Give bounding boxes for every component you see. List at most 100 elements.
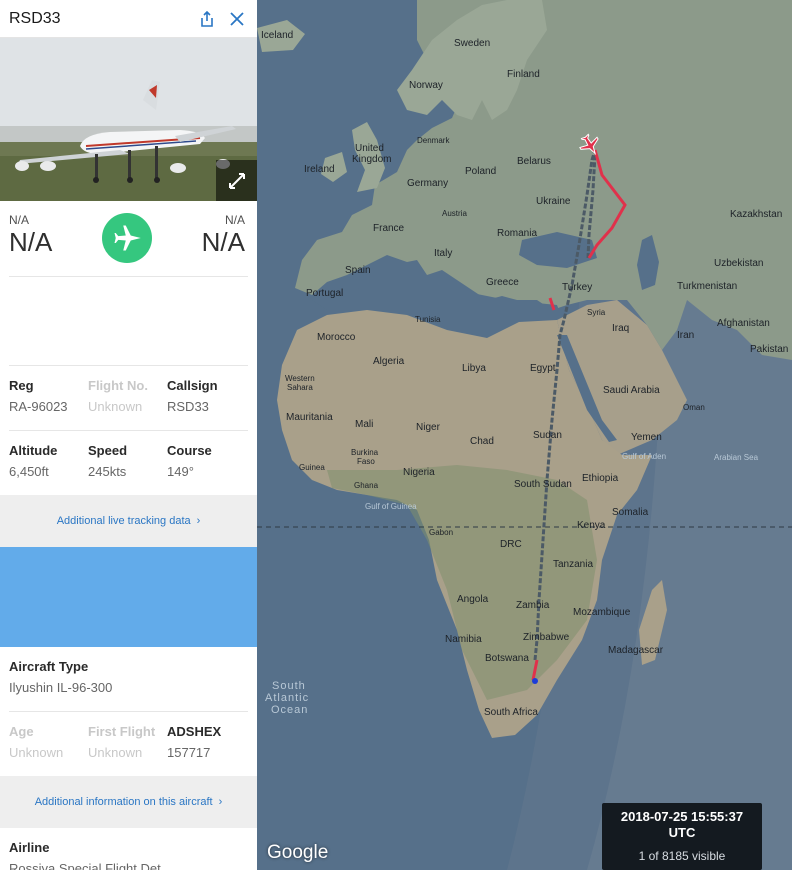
first-flight-cell: First Flight Unknown: [88, 724, 167, 776]
age-cell: Age Unknown: [9, 724, 88, 776]
label-iraq: Iraq: [612, 323, 629, 334]
map-canvas[interactable]: Iceland Sweden Finland Norway Denmark Un…: [257, 0, 792, 870]
label-uzbekistan: Uzbekistan: [714, 258, 763, 269]
destination[interactable]: N/A N/A: [202, 213, 245, 258]
label-iran: Iran: [677, 330, 694, 341]
label-poland: Poland: [465, 166, 496, 177]
label-afghanistan: Afghanistan: [717, 318, 770, 329]
adshex-value: 157717: [167, 745, 211, 760]
live-tracking-link-label: Additional live tracking data: [56, 515, 191, 527]
label-gabon: Gabon: [429, 528, 453, 537]
label-austria: Austria: [442, 209, 467, 218]
label-kazakhstan: Kazakhstan: [730, 209, 782, 220]
label-libya: Libya: [462, 363, 486, 374]
label-ukraine: Ukraine: [536, 196, 571, 207]
map-view[interactable]: Iceland Sweden Finland Norway Denmark Un…: [257, 0, 792, 870]
destination-code: N/A: [201, 227, 245, 257]
label-turkmenistan: Turkmenistan: [677, 281, 737, 292]
share-icon[interactable]: [196, 8, 218, 30]
label-ghana: Ghana: [354, 481, 379, 490]
adshex-cell: ADSHEX 157717: [167, 724, 247, 776]
label-sudan: Sudan: [533, 430, 562, 441]
label-nigeria: Nigeria: [403, 467, 435, 478]
flight-status-indicator: [102, 213, 152, 263]
label-tanzania: Tanzania: [553, 559, 593, 570]
reg-value: RA-96023: [9, 399, 68, 414]
label-denmark: Denmark: [417, 136, 450, 145]
label-somalia: Somalia: [612, 507, 649, 518]
label-tunisia: Tunisia: [415, 315, 441, 324]
airline-value[interactable]: Rossiya Special Flight Det: [9, 861, 248, 870]
first-flight-value: Unknown: [88, 745, 143, 760]
label-angola: Angola: [457, 594, 489, 605]
label-south-africa: South Africa: [484, 707, 538, 718]
label-france: France: [373, 223, 405, 234]
flight-number-label: Flight No.: [88, 378, 148, 393]
label-ethiopia: Ethiopia: [582, 473, 619, 484]
label-algeria: Algeria: [373, 356, 405, 367]
label-iceland: Iceland: [261, 30, 293, 41]
callsign-value: RSD33: [167, 399, 209, 414]
expand-photo-button[interactable]: [216, 160, 257, 201]
speed-value: 245kts: [88, 464, 127, 479]
first-flight-label: First Flight: [88, 724, 156, 739]
flight-number-cell: Flight No. Unknown: [88, 378, 167, 430]
label-south-sudan: South Sudan: [514, 479, 572, 490]
close-icon[interactable]: [226, 8, 248, 30]
label-south-atlantic-ocean: South Atlantic Ocean: [265, 680, 309, 716]
timestamp-line-1: 2018-07-25 15:55:37: [620, 809, 744, 824]
speed-cell: Speed 245kts: [88, 443, 167, 495]
flight-callsign-title: RSD33: [9, 9, 61, 27]
plane-icon: [114, 225, 141, 251]
reg-label: Reg: [9, 378, 34, 393]
track-start-dot: [532, 678, 538, 684]
ad-banner[interactable]: [0, 547, 257, 647]
timestamp-text: 2018-07-25 15:55:37 UTC: [602, 809, 762, 841]
aircraft-info-link-label: Additional information on this aircraft: [34, 796, 213, 808]
label-syria: Syria: [587, 308, 606, 317]
label-italy: Italy: [434, 248, 452, 259]
label-zimbabwe: Zimbabwe: [523, 632, 570, 643]
label-madagascar: Madagascar: [608, 645, 664, 656]
label-greece: Greece: [486, 277, 519, 288]
altitude-label: Altitude: [9, 443, 58, 458]
label-turkey: Turkey: [562, 282, 592, 293]
route-summary: N/A N/A N/A N/A: [0, 201, 257, 276]
label-niger: Niger: [416, 422, 441, 433]
label-mauritania: Mauritania: [286, 412, 333, 423]
course-label: Course: [167, 443, 212, 458]
label-zambia: Zambia: [516, 600, 550, 611]
visible-count: 1 of 8185 visible: [638, 849, 726, 863]
label-sweden: Sweden: [454, 38, 490, 49]
label-western-sahara: Western Sahara: [285, 374, 315, 392]
origin-code: N/A: [9, 227, 53, 257]
label-ireland: Ireland: [304, 164, 335, 175]
progress-area: [0, 277, 257, 365]
additional-aircraft-info-link[interactable]: Additional information on this aircraft …: [0, 776, 257, 828]
label-uk: United Kingdom: [352, 143, 391, 165]
panel-header: RSD33: [0, 0, 257, 38]
info-row-flight-state: Altitude 6,450ft Speed 245kts Course 149…: [0, 431, 257, 495]
altitude-value: 6,450ft: [9, 464, 49, 479]
label-pakistan: Pakistan: [750, 344, 788, 355]
info-row-aircraft: Age Unknown First Flight Unknown ADSHEX …: [0, 712, 257, 776]
aircraft-type-label: Aircraft Type: [9, 659, 89, 674]
label-morocco: Morocco: [317, 332, 356, 343]
flight-info-panel: RSD33 N/A N/A N/A N/A Reg RA-96023 Fligh…: [0, 0, 257, 870]
timestamp-box: 2018-07-25 15:55:37 UTC 1 of 8185 visibl…: [602, 803, 762, 870]
course-value: 149°: [167, 464, 194, 479]
label-gulf-of-aden: Gulf of Aden: [622, 452, 666, 461]
reg-cell[interactable]: Reg RA-96023: [9, 378, 88, 430]
flight-number-value: Unknown: [88, 399, 143, 414]
aircraft-photo[interactable]: [0, 38, 257, 201]
origin[interactable]: N/A N/A: [9, 213, 52, 258]
label-spain: Spain: [345, 265, 371, 276]
label-arabian-sea: Arabian Sea: [714, 453, 759, 462]
destination-name: N/A: [224, 213, 245, 227]
label-oman: Oman: [683, 403, 705, 412]
label-mali: Mali: [355, 419, 373, 430]
aircraft-type-block: Aircraft Type Ilyushin IL-96-300: [0, 647, 257, 711]
airline-label: Airline: [9, 840, 50, 855]
callsign-cell: Callsign RSD33: [167, 378, 247, 430]
additional-live-tracking-link[interactable]: Additional live tracking data ›: [0, 495, 257, 547]
